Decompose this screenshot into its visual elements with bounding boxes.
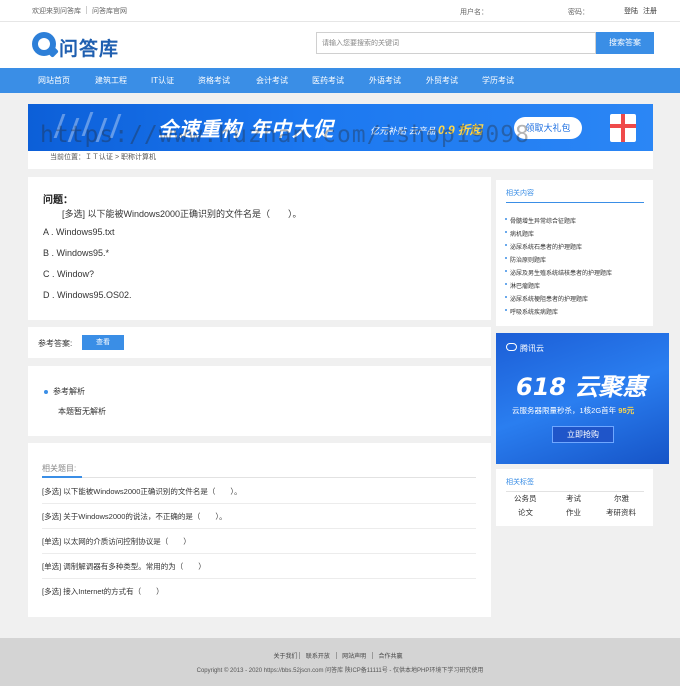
username-label: 用户名：: [460, 9, 488, 16]
tag-item[interactable]: 公务员: [514, 493, 537, 504]
tag-item[interactable]: 作业: [566, 507, 581, 518]
footer-link-about[interactable]: 关于我们: [273, 654, 297, 660]
tag-item[interactable]: 论文: [518, 507, 533, 518]
bullet-icon: [44, 390, 48, 394]
question-text: [多选] 以下能被Windows2000正确识别的文件名是（ ）。: [62, 209, 302, 219]
login-link[interactable]: 登陆: [624, 8, 638, 15]
nav-item-it[interactable]: IT认证: [151, 68, 174, 93]
copyright: Copyright © 2013 - 2020 https://bbs.52js…: [196, 668, 484, 674]
ad-headline: 618 云聚惠: [516, 373, 647, 401]
divider: [335, 652, 337, 659]
related-content-item[interactable]: 泌尿及男生殖系统结核患者的护理题库: [504, 268, 612, 277]
top-bar-left: 欢迎来到问答库 问答库官网: [32, 6, 127, 16]
search-bar: 搜索答案: [316, 32, 654, 54]
header: 问答库 搜索答案: [0, 22, 680, 68]
analysis-panel: 参考解析 本题暂无解析: [28, 366, 491, 436]
ad-buy-button[interactable]: 立即抢购: [552, 426, 614, 443]
related-question-item[interactable]: [多选] 关于Windows2000的说法，不正确的是（ ）。: [42, 505, 476, 529]
ad-price: 95元: [618, 406, 635, 415]
related-content-panel: 相关内容 骨髓增生异常综合征题库 病机题库 泌尿系统石患者的护理题库 防治原则题…: [496, 180, 653, 326]
related-question-item[interactable]: [单选] 以太网的介质访问控制协议是（ ）: [42, 530, 476, 554]
divider: [299, 652, 301, 659]
welcome-text: 欢迎来到问答库: [32, 8, 81, 15]
divider: [371, 652, 373, 659]
logo-text: 问答库: [59, 38, 120, 60]
nav-item-degree[interactable]: 学历考试: [482, 68, 514, 93]
tag-item[interactable]: 考研资料: [606, 507, 636, 518]
heading-underline: [506, 491, 644, 492]
related-question-item[interactable]: [单选] 调制解调器有多种类型。常用的为（ ）: [42, 555, 476, 579]
related-content-heading: 相关内容: [506, 190, 534, 197]
password-label: 密码：: [567, 9, 589, 16]
nav-item-language[interactable]: 外语考试: [369, 68, 401, 93]
site-link[interactable]: 问答库官网: [92, 8, 127, 15]
tag-item[interactable]: 尔雅: [614, 493, 629, 504]
option-d: D . Windows95.OS02.: [43, 290, 132, 300]
related-content-item[interactable]: 病机题库: [504, 229, 534, 238]
heading-underline: [506, 202, 644, 203]
option-b: B . Windows95.*: [43, 248, 110, 258]
ad-brand: 腾讯云: [506, 343, 544, 354]
related-content-item[interactable]: 骨髓增生异常综合征题库: [504, 216, 576, 225]
answer-label: 参考答案:: [38, 339, 73, 348]
footer: 关于我们 联系开放 网站声明 合作共赢 Copyright © 2013 - 2…: [0, 638, 680, 686]
related-questions-heading: 相关题目:: [42, 464, 77, 473]
search-button[interactable]: 搜索答案: [596, 32, 654, 54]
option-c: C . Window?: [43, 269, 95, 279]
footer-links: 关于我们 联系开放 网站声明 合作共赢: [0, 651, 680, 660]
ad-subtitle-prefix: 云服务器限量秒杀，1核2G首年: [512, 406, 617, 415]
divider: [86, 6, 87, 14]
heading-underline: [42, 476, 476, 478]
username-field[interactable]: [488, 6, 538, 15]
related-content-item[interactable]: 淋巴瘤题库: [504, 281, 540, 290]
related-question-item[interactable]: [多选] 以下能被Windows2000正确识别的文件名是（ ）。: [42, 480, 476, 504]
question-label: 问题：: [43, 195, 73, 206]
related-content-item[interactable]: 呼吸系统疾病题库: [504, 307, 558, 316]
related-content-item[interactable]: 泌尿系统梗阻患者的护理题库: [504, 294, 588, 303]
nav-item-home[interactable]: 网站首页: [38, 68, 70, 93]
register-link[interactable]: 注册: [643, 8, 657, 15]
auth-links: 登陆 注册: [624, 6, 657, 16]
footer-link-cooperation[interactable]: 合作共赢: [379, 654, 403, 660]
site-logo[interactable]: 问答库: [32, 32, 122, 60]
related-tags-heading: 相关标签: [506, 479, 534, 486]
logo-mark-icon: [32, 32, 56, 56]
related-tags-panel: 相关标签 公务员 考试 尔雅 论文 作业 考研资料: [496, 469, 653, 526]
option-a: A . Windows95.txt: [43, 227, 115, 237]
breadcrumb: 当前位置：ＩＴ认证 > 职称计算机: [28, 151, 653, 169]
footer-link-statement[interactable]: 网站声明: [342, 654, 366, 660]
login-form: 用户名： 密码：: [460, 6, 639, 17]
nav-item-accounting[interactable]: 会计考试: [256, 68, 288, 93]
top-bar: 欢迎来到问答库 问答库官网 用户名： 密码： 登陆 注册: [0, 0, 680, 22]
search-input[interactable]: [316, 32, 596, 54]
main-nav: 网站首页 建筑工程 IT认证 资格考试 会计考试 医药考试 外语考试 外贸考试 …: [0, 68, 680, 93]
related-questions-panel: 相关题目: [多选] 以下能被Windows2000正确识别的文件名是（ ）。 …: [28, 443, 491, 617]
related-content-item[interactable]: 泌尿系统石患者的护理题库: [504, 242, 582, 251]
related-question-item[interactable]: [多选] 接入Internet的方式有（ ）: [42, 580, 476, 604]
nav-item-trade[interactable]: 外贸考试: [426, 68, 458, 93]
nav-item-qualification[interactable]: 资格考试: [198, 68, 230, 93]
related-content-item[interactable]: 防治原则题库: [504, 255, 546, 264]
ad-subtitle: 云服务器限量秒杀，1核2G首年 95元: [512, 405, 634, 416]
gift-box-icon: [610, 114, 636, 142]
analysis-body: 本题暂无解析: [58, 407, 106, 416]
nav-item-medicine[interactable]: 医药考试: [312, 68, 344, 93]
nav-item-construction[interactable]: 建筑工程: [95, 68, 127, 93]
tag-item[interactable]: 考试: [566, 493, 581, 504]
footer-link-open[interactable]: 联系开放: [306, 654, 330, 660]
analysis-title: 参考解析: [53, 387, 85, 396]
cloud-ad[interactable]: 腾讯云 618 云聚惠 云服务器限量秒杀，1核2G首年 95元 立即抢购: [496, 333, 669, 464]
watermark: https://www.huzhan.com/ishop19098: [40, 122, 530, 148]
view-answer-button[interactable]: 查看: [82, 335, 124, 350]
answer-panel: 参考答案: 查看: [28, 327, 491, 358]
question-panel: 问题： [多选] 以下能被Windows2000正确识别的文件名是（ ）。 A …: [28, 177, 491, 320]
